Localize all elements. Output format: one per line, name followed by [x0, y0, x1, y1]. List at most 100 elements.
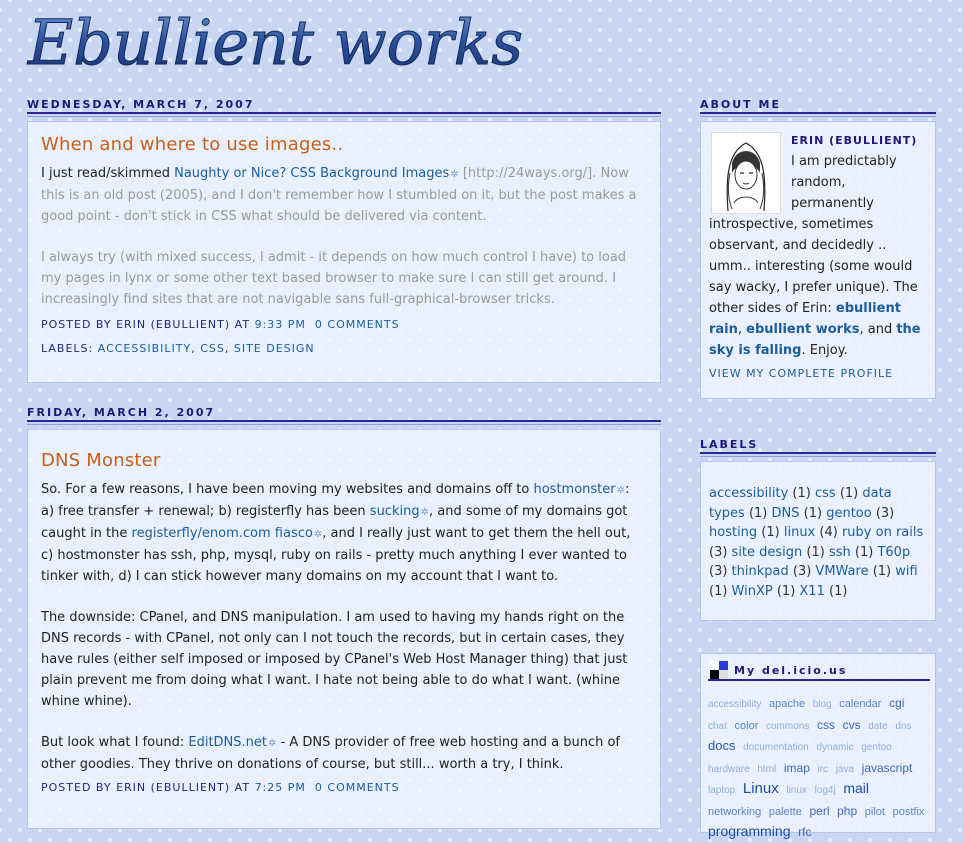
delicious-tag[interactable]: rfc — [798, 825, 811, 839]
delicious-tag[interactable]: pilot — [865, 806, 885, 818]
post-title[interactable]: When and where to use images.. — [41, 134, 646, 155]
delicious-tag[interactable]: date — [868, 721, 887, 732]
delicious-tag[interactable]: cgi — [889, 696, 904, 710]
label-link[interactable]: VMWare — [815, 564, 868, 579]
tag-cloud: accessibility apache blog calendar cgi c… — [708, 693, 930, 843]
view-profile-link[interactable]: View my complete profile — [709, 367, 927, 380]
label-link[interactable]: thinkpad — [732, 564, 789, 579]
delicious-tag[interactable]: java — [836, 764, 854, 775]
delicious-tag[interactable]: calendar — [839, 698, 881, 710]
label-count: (1) — [868, 564, 896, 579]
delicious-tag[interactable]: css — [817, 718, 835, 732]
editdns-link[interactable]: EditDNS.net — [188, 735, 267, 750]
label-link[interactable]: css — [815, 486, 836, 501]
delicious-tag[interactable]: documentation — [743, 742, 809, 753]
delicious-tag[interactable]: blog — [813, 699, 832, 710]
label-count: (1) — [709, 583, 732, 599]
label-link[interactable]: site design — [732, 545, 803, 560]
label-link-site-design[interactable]: site design — [234, 342, 315, 355]
post-text: So. For a few reasons, I have been movin… — [41, 482, 534, 497]
delicious-tag[interactable]: cvs — [843, 718, 861, 732]
external-link-icon: ✲ — [420, 507, 429, 518]
registerfly-fiasco-link[interactable]: registerfly/enom.com fiasco — [132, 526, 313, 541]
profile-avatar[interactable] — [711, 132, 781, 214]
delicious-tag[interactable]: accessibility — [708, 699, 761, 710]
comments-link[interactable]: 0 Comments — [315, 781, 400, 794]
label-count: (1) — [788, 486, 815, 501]
label-count: (3) — [709, 544, 732, 560]
delicious-tag[interactable]: programming — [708, 823, 790, 839]
external-link-icon: ✲ — [313, 529, 323, 540]
delicious-tag[interactable]: irc — [818, 764, 829, 775]
delicious-tag[interactable]: javascript — [862, 761, 913, 775]
post-paragraph: The downside: CPanel, and DNS manipulati… — [41, 610, 628, 709]
label-count: (1) — [772, 583, 800, 599]
label-count: (1) — [757, 525, 784, 540]
label-link[interactable]: gentoo — [826, 506, 872, 521]
label-link[interactable]: hosting — [709, 525, 757, 540]
label-link-accessibility[interactable]: accessibility — [98, 342, 191, 355]
delicious-tag[interactable]: hardware — [708, 764, 750, 775]
label-link[interactable]: WinXP — [732, 584, 773, 599]
delicious-tag[interactable]: docs — [708, 738, 735, 753]
delicious-tag[interactable]: Linux — [743, 780, 779, 797]
label-link[interactable]: wifi — [895, 564, 917, 579]
label-link[interactable]: ruby on rails — [842, 525, 923, 540]
about-end: . Enjoy. — [801, 343, 848, 358]
delicious-header: My del.icio.us — [700, 655, 936, 681]
delicious-tag[interactable]: linux — [786, 785, 807, 796]
site-logo[interactable]: Ebullient works — [24, 2, 644, 77]
post-author: Posted by Erin (Ebullient) at — [41, 318, 251, 331]
post-footer: Posted by Erin (Ebullient) at 7:25 PM 0 … — [41, 776, 646, 800]
delicious-tag[interactable]: commons — [766, 721, 809, 732]
label-link[interactable]: DNS — [772, 506, 800, 521]
post-paragraph: I always try (with mixed success, I admi… — [41, 250, 627, 307]
delicious-tag[interactable]: dns — [895, 721, 911, 732]
post-url-text: [http://24ways.org/] — [462, 166, 593, 181]
delicious-heading: My del.icio.us — [734, 664, 848, 677]
delicious-tag[interactable]: postfix — [893, 806, 925, 818]
label-link[interactable]: accessibility — [709, 486, 788, 501]
delicious-tag[interactable]: php — [837, 804, 857, 818]
delicious-tag[interactable]: gentoo — [861, 742, 892, 753]
delicious-tag[interactable]: html — [757, 764, 776, 775]
separator: , and — [859, 322, 897, 337]
delicious-tag[interactable]: imap — [784, 761, 810, 775]
post-body: I just read/skimmed Naughty or Nice? CSS… — [41, 163, 646, 310]
delicious-tag[interactable]: color — [735, 720, 759, 732]
label-link[interactable]: ssh — [829, 545, 851, 560]
hostmonster-link[interactable]: hostmonster — [533, 482, 615, 497]
external-link-icon: ✲ — [616, 485, 626, 496]
post-body: So. For a few reasons, I have been movin… — [41, 479, 646, 775]
ebullient-works-link[interactable]: ebullient works — [746, 322, 859, 337]
label-link[interactable]: T60p — [877, 545, 910, 560]
delicious-tag[interactable]: networking — [708, 806, 761, 818]
delicious-tag[interactable]: chat — [708, 721, 727, 732]
post-title[interactable]: DNS Monster — [41, 450, 646, 471]
delicious-tag[interactable]: log4j — [815, 785, 836, 796]
post-time-link[interactable]: 9:33 PM — [255, 318, 306, 331]
blog-post: When and where to use images.. I just re… — [27, 121, 661, 383]
delicious-tag[interactable]: apache — [769, 698, 805, 710]
label-link[interactable]: linux — [784, 525, 815, 540]
separator: , — [737, 322, 747, 337]
css-background-images-link[interactable]: Naughty or Nice? CSS Background Images — [174, 166, 449, 181]
label-count: (1) — [835, 486, 863, 501]
external-link-icon: ✲ — [450, 169, 459, 180]
delicious-tag[interactable]: palette — [769, 806, 802, 818]
delicious-icon — [710, 661, 728, 679]
post-time-link[interactable]: 7:25 PM — [255, 781, 306, 794]
post-author: Posted by Erin (Ebullient) at — [41, 781, 251, 794]
label-link-css[interactable]: CSS — [200, 342, 225, 355]
delicious-tag[interactable]: laptop — [708, 785, 735, 796]
label-count: (3) — [709, 564, 732, 579]
post-footer: Posted by Erin (Ebullient) at 9:33 PM 0 … — [41, 318, 400, 355]
delicious-tag[interactable]: dynamic — [816, 742, 853, 753]
delicious-tag[interactable]: perl — [809, 804, 829, 818]
comments-link[interactable]: 0 Comments — [315, 318, 400, 331]
delicious-tag[interactable]: mail — [843, 780, 869, 796]
label-link[interactable]: X11 — [799, 584, 824, 599]
label-count: (1) — [799, 505, 827, 521]
about-box: Erin (Ebullient) I am predictably random… — [700, 121, 936, 399]
sucking-link[interactable]: sucking — [370, 504, 420, 519]
